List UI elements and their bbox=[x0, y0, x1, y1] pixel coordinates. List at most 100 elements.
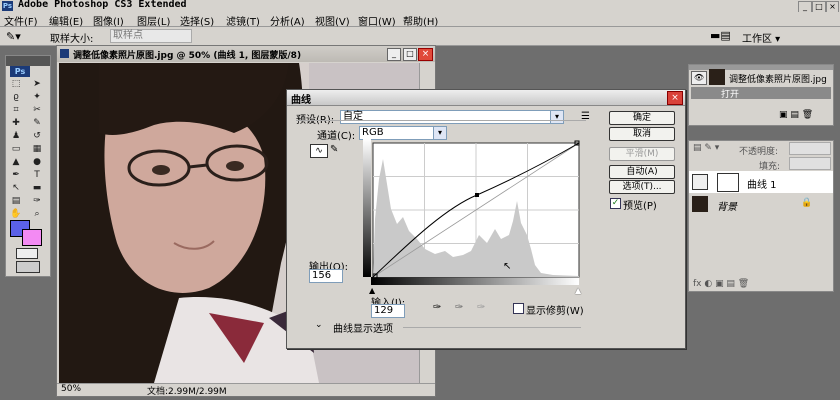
input-field[interactable]: 129 bbox=[371, 304, 405, 318]
white-eyedropper-icon[interactable]: ✑ bbox=[477, 302, 485, 313]
chevron-down-icon: ▾ bbox=[550, 111, 563, 123]
layers-panel: ▤ ✎ ▾ 不透明度: 填充: 曲线 1 背景 🔒 fx ◐ ▣ ▤ 🗑 bbox=[688, 140, 834, 292]
layer-panel-buttons[interactable]: fx ◐ ▣ ▤ 🗑 bbox=[693, 279, 749, 289]
curve-point-tool-icon[interactable]: ∿ bbox=[310, 144, 328, 158]
preset-select[interactable]: 自定 ▾ bbox=[340, 110, 564, 124]
sample-size-value: 取样点 bbox=[113, 30, 143, 41]
sample-size-label: 取样大小: bbox=[50, 34, 94, 45]
document-title: 调整低像素照片原图.jpg @ 50% (曲线 1, 图层蒙版/8) bbox=[73, 51, 302, 61]
curves-graph[interactable]: ↖ bbox=[363, 139, 583, 285]
menu-file[interactable]: 文件(F) bbox=[4, 13, 38, 28]
magic-wand-tool-icon[interactable]: ✦ bbox=[30, 92, 44, 103]
pen-tool-icon[interactable]: ✒ bbox=[9, 170, 23, 181]
path-select-tool-icon[interactable]: ↖ bbox=[9, 183, 23, 194]
channel-chevron-down-icon: ▾ bbox=[433, 127, 446, 139]
preview-label: 预览(P) bbox=[623, 201, 657, 212]
svg-text:↖: ↖ bbox=[503, 261, 511, 272]
display-options-divider bbox=[403, 327, 581, 328]
curves-titlebar: 曲线 × bbox=[287, 90, 685, 106]
doc-minimize-button[interactable]: _ bbox=[387, 48, 401, 61]
expand-display-options-icon[interactable]: ⌄ bbox=[315, 320, 323, 330]
screen-mode-icon[interactable] bbox=[16, 261, 40, 273]
crop-tool-icon[interactable]: ⌗ bbox=[9, 105, 23, 116]
doc-close-button[interactable]: × bbox=[418, 48, 433, 61]
stamp-tool-icon[interactable]: ♟ bbox=[9, 131, 23, 142]
white-point-slider-icon[interactable]: ▲ bbox=[575, 286, 581, 295]
eyedropper-icon[interactable]: ✑ bbox=[30, 196, 44, 207]
display-options-label[interactable]: 曲线显示选项 bbox=[333, 320, 393, 335]
fill-field[interactable] bbox=[789, 157, 831, 170]
layer-mode-icons[interactable]: ▤ ✎ ▾ bbox=[693, 143, 719, 153]
background-thumbnail bbox=[692, 196, 708, 212]
eyedropper-tool-icon[interactable]: ✎▾ bbox=[6, 30, 21, 43]
history-step-label: 打开 bbox=[721, 90, 740, 100]
layer-name-background[interactable]: 背景 bbox=[717, 198, 737, 213]
layer-mask-thumbnail[interactable] bbox=[717, 173, 739, 192]
layer-row-curves[interactable]: 曲线 1 bbox=[689, 171, 833, 193]
brush-tool-icon[interactable]: ✎ bbox=[30, 118, 44, 129]
toolbox-header bbox=[6, 56, 50, 66]
auto-button[interactable]: 自动(A) bbox=[609, 165, 675, 179]
workspace-button[interactable]: 工作区 ▾ bbox=[742, 30, 780, 45]
dodge-tool-icon[interactable]: ● bbox=[30, 157, 44, 168]
palette-well-icon[interactable]: ▬▤ bbox=[710, 29, 731, 42]
eraser-tool-icon[interactable]: ▭ bbox=[9, 144, 23, 155]
options-bar: ✎▾ 取样大小: 取样点 ▬▤ 工作区 ▾ bbox=[0, 27, 840, 46]
options-button[interactable]: 选项(T)... bbox=[609, 180, 675, 194]
marquee-tool-icon[interactable]: ⬚ bbox=[9, 79, 23, 90]
menu-analysis[interactable]: 分析(A) bbox=[270, 13, 305, 28]
show-clipping-checkbox[interactable] bbox=[513, 303, 524, 314]
history-step-open[interactable]: 打开 bbox=[691, 87, 831, 100]
snapshot-thumbnail bbox=[709, 69, 725, 85]
healing-tool-icon[interactable]: ✚ bbox=[9, 118, 23, 129]
curves-dialog: 曲线 × 预设(R): 自定 ▾ ☰ 通道(C): RGB ▾ ∿ ✎ 输出(O… bbox=[286, 89, 686, 349]
hand-tool-icon[interactable]: ✋ bbox=[9, 209, 23, 220]
eye-icon[interactable]: 👁 bbox=[691, 71, 707, 85]
background-color-swatch[interactable] bbox=[22, 229, 42, 246]
preset-label: 预设(R): bbox=[296, 111, 334, 126]
snapshot-name[interactable]: 调整低像素照片原图.jpg bbox=[729, 72, 827, 85]
channel-value: RGB bbox=[362, 127, 384, 138]
menu-layer[interactable]: 图层(L) bbox=[137, 13, 170, 28]
shape-tool-icon[interactable]: ▬ bbox=[30, 183, 44, 194]
gradient-tool-icon[interactable]: ▦ bbox=[30, 144, 44, 155]
ok-button[interactable]: 确定 bbox=[609, 111, 675, 125]
menu-image[interactable]: 图像(I) bbox=[93, 13, 124, 28]
layer-name-curves[interactable]: 曲线 1 bbox=[747, 176, 777, 191]
curves-title: 曲线 bbox=[291, 95, 311, 106]
lasso-tool-icon[interactable]: ϱ bbox=[9, 92, 23, 103]
menu-view[interactable]: 视图(V) bbox=[315, 13, 350, 28]
menu-edit[interactable]: 编辑(E) bbox=[49, 13, 83, 28]
doc-maximize-button[interactable]: □ bbox=[403, 48, 417, 61]
document-status-bar: 50% 文档:2.99M/2.99M bbox=[57, 383, 435, 397]
preview-checkbox[interactable]: ✓ bbox=[610, 198, 621, 209]
gray-eyedropper-icon[interactable]: ✑ bbox=[455, 302, 463, 313]
menu-window[interactable]: 窗口(W) bbox=[358, 13, 396, 28]
type-tool-icon[interactable]: T bbox=[30, 170, 44, 181]
menu-select[interactable]: 选择(S) bbox=[180, 13, 214, 28]
pencil-tool-icon[interactable]: ✎ bbox=[330, 144, 344, 156]
cancel-button[interactable]: 取消 bbox=[609, 127, 675, 141]
zoom-tool-icon[interactable]: ⌕ bbox=[30, 209, 44, 220]
layer-row-background[interactable]: 背景 🔒 bbox=[689, 194, 833, 214]
curves-close-button[interactable]: × bbox=[667, 91, 683, 105]
output-field[interactable]: 156 bbox=[309, 269, 343, 283]
history-panel-buttons[interactable]: ▣ ▤ 🗑 bbox=[779, 110, 813, 120]
move-tool-icon[interactable]: ➤ bbox=[30, 79, 44, 90]
opacity-field[interactable] bbox=[789, 142, 831, 155]
notes-tool-icon[interactable]: ▤ bbox=[9, 196, 23, 207]
smooth-button[interactable]: 平滑(M) bbox=[609, 147, 675, 161]
curves-graph-svg: ↖ bbox=[363, 139, 580, 285]
sample-size-select[interactable]: 取样点 bbox=[110, 29, 192, 43]
channel-select[interactable]: RGB ▾ bbox=[359, 126, 447, 140]
blur-tool-icon[interactable]: ▲ bbox=[9, 157, 23, 168]
zoom-level[interactable]: 50% bbox=[61, 384, 81, 394]
slice-tool-icon[interactable]: ✂ bbox=[30, 105, 44, 116]
menu-help[interactable]: 帮助(H) bbox=[403, 13, 438, 28]
document-titlebar: 调整低像素照片原图.jpg @ 50% (曲线 1, 图层蒙版/8) _ □ × bbox=[57, 46, 435, 62]
black-eyedropper-icon[interactable]: ✑ bbox=[433, 302, 441, 313]
history-brush-tool-icon[interactable]: ↺ bbox=[30, 131, 44, 142]
menu-filter[interactable]: 滤镜(T) bbox=[226, 13, 260, 28]
title-bar: Ps Adobe Photoshop CS3 Extended _ □ × bbox=[0, 0, 840, 13]
quick-mask-icon[interactable] bbox=[16, 248, 38, 259]
